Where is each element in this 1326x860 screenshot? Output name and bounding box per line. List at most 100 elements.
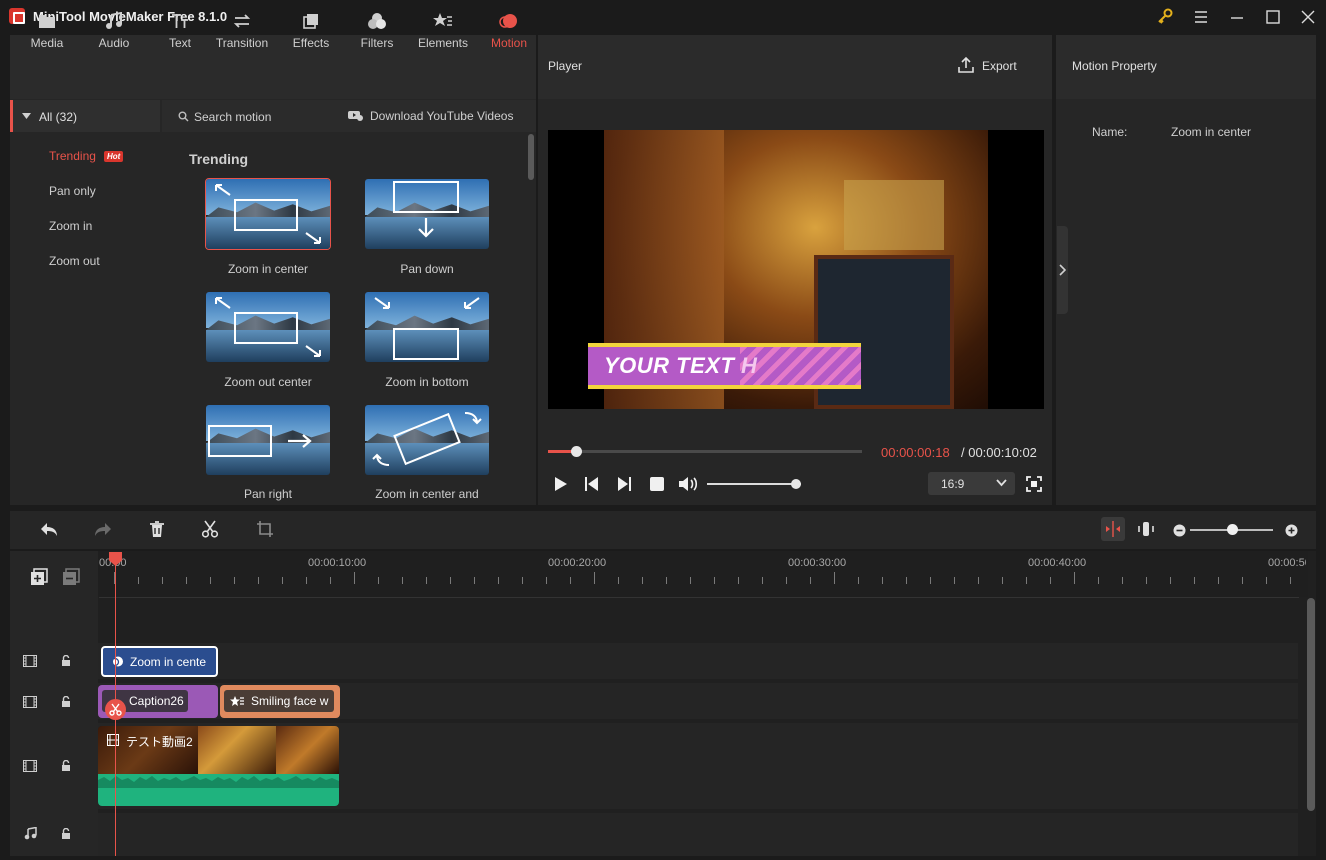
progress-handle[interactable] (571, 446, 582, 457)
tab-audio[interactable]: Audio (83, 0, 145, 64)
category-trending[interactable]: Trending (49, 149, 96, 163)
rotate-arrow-icon (464, 412, 482, 425)
play-icon[interactable] (552, 476, 570, 492)
ruler-tick (474, 577, 475, 584)
ruler-tick (1194, 577, 1195, 584)
chevron-down-icon (996, 479, 1007, 487)
previous-frame-icon[interactable] (583, 476, 601, 492)
tab-elements[interactable]: Elements (412, 0, 474, 64)
lock-icon[interactable] (61, 696, 71, 708)
ruler-tick (1170, 577, 1171, 584)
ruler-label: 00:00:10:00 (308, 557, 367, 569)
tab-filters[interactable]: Filters (346, 0, 408, 64)
tab-motion[interactable]: Motion (478, 0, 540, 64)
library-scrollbar[interactable] (528, 134, 534, 180)
ruler-tick (1218, 577, 1219, 584)
timeline-ruler[interactable] (98, 551, 1308, 597)
category-all[interactable] (10, 100, 160, 132)
timeline-zoom-handle[interactable] (1227, 524, 1238, 535)
volume-slider[interactable] (707, 483, 801, 485)
snap-icon[interactable] (1101, 517, 1125, 541)
zoom-in-icon[interactable] (1285, 524, 1298, 537)
ruler-label: 00:00:50 (1268, 557, 1306, 569)
download-youtube-link[interactable]: Download YouTube Videos (370, 109, 513, 123)
effects-icon (301, 12, 321, 30)
player-title: Player (548, 59, 583, 73)
playhead-split-icon[interactable] (105, 699, 126, 720)
delete-icon[interactable] (148, 520, 166, 538)
split-scissors-icon[interactable] (201, 520, 219, 538)
stop-icon[interactable] (648, 476, 666, 492)
motion-thumb-zoom-in-bottom[interactable] (365, 292, 489, 362)
lock-icon[interactable] (61, 655, 71, 667)
film-track-icon (23, 760, 37, 772)
redo-icon[interactable] (93, 521, 113, 539)
motion-thumb-pan-right[interactable] (206, 405, 330, 475)
elements-icon (230, 696, 244, 706)
video-clip[interactable]: テスト動画2 (98, 726, 339, 806)
next-frame-icon[interactable] (615, 476, 633, 492)
ruler-label: 00:00:30:00 (788, 557, 847, 569)
search-motion-input[interactable]: Search motion (194, 110, 271, 124)
section-title: Trending (189, 151, 249, 167)
zoom-out-icon[interactable] (1173, 524, 1186, 537)
motion-thumb-pan-down[interactable] (365, 179, 489, 249)
motion-thumb-zoom-out-center[interactable] (206, 292, 330, 362)
rotate-arrow-icon (372, 453, 390, 466)
current-time: 00:00:00:18 (881, 445, 950, 460)
add-track-icon[interactable] (30, 568, 48, 586)
progress-track[interactable] (548, 450, 862, 453)
ruler-tick (402, 577, 403, 584)
ruler-tick (714, 577, 715, 584)
volume-handle[interactable] (791, 479, 801, 489)
transition-arrows-icon (232, 12, 252, 30)
collapse-panel-handle[interactable] (1057, 226, 1068, 314)
motion-label: Zoom in center (227, 262, 309, 276)
ruler-tick (930, 577, 931, 584)
tab-effects[interactable]: Effects (280, 0, 342, 64)
tab-text[interactable]: Text (149, 0, 211, 64)
crop-icon[interactable] (256, 520, 274, 538)
ruler-tick (1098, 577, 1099, 584)
motion-clip[interactable]: Zoom in cente (101, 646, 218, 677)
element-clip[interactable]: Smiling face w (220, 685, 340, 718)
timeline-scrollbar[interactable] (1307, 598, 1315, 811)
close-icon[interactable] (1295, 4, 1321, 30)
lock-icon[interactable] (61, 828, 71, 840)
menu-icon[interactable] (1188, 4, 1214, 30)
property-panel (1056, 35, 1316, 505)
maximize-icon[interactable] (1260, 4, 1286, 30)
property-name-label: Name: (1092, 125, 1128, 139)
film-track-icon (23, 696, 37, 708)
undo-icon[interactable] (39, 521, 59, 539)
ruler-tick (594, 572, 595, 584)
minimize-icon[interactable] (1224, 4, 1250, 30)
ruler-tick (978, 577, 979, 584)
category-pan-only[interactable]: Pan only (49, 184, 96, 198)
export-button[interactable]: Export (982, 59, 1017, 73)
ruler-tick (1050, 577, 1051, 584)
fullscreen-icon[interactable] (1026, 476, 1042, 492)
category-zoom-out[interactable]: Zoom out (49, 254, 100, 268)
remove-track-icon[interactable] (62, 568, 80, 586)
ruler-tick (666, 577, 667, 584)
lock-icon[interactable] (61, 760, 71, 772)
motion-label: Pan right (243, 487, 293, 501)
audio-waveform (98, 776, 339, 788)
motion-thumb-zoom-in-center-rotate[interactable] (365, 405, 489, 475)
youtube-download-icon (348, 110, 363, 121)
key-icon[interactable] (1152, 4, 1178, 30)
audio-mixer-icon[interactable] (1137, 520, 1155, 538)
export-icon (957, 56, 975, 74)
tab-transition[interactable]: Transition (210, 0, 274, 64)
motion-thumb-zoom-in-center[interactable] (205, 178, 331, 250)
ruler-tick (258, 577, 259, 584)
tab-media[interactable]: Media (16, 0, 78, 64)
volume-icon[interactable] (678, 476, 698, 492)
ruler-label: 00:00:20:00 (548, 557, 607, 569)
ruler-tick (378, 577, 379, 584)
category-zoom-in[interactable]: Zoom in (49, 219, 92, 233)
motion-label: Zoom in center and (375, 487, 479, 501)
hot-badge: Hot (104, 151, 124, 162)
ruler-tick (1266, 577, 1267, 584)
